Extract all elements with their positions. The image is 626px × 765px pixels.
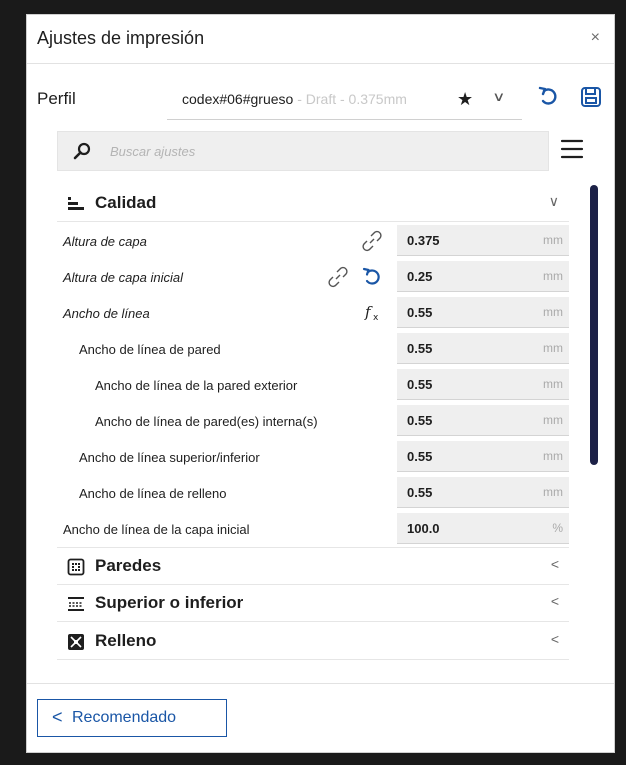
- setting-label: Ancho de línea de la capa inicial: [63, 522, 250, 537]
- svg-text:x: x: [373, 313, 379, 323]
- chevron-left-icon: <: [52, 707, 63, 727]
- setting-row-line-width: Ancho de línea fx 0.55 mm: [57, 295, 569, 331]
- top-bottom-line-width-field[interactable]: 0.55 mm: [397, 441, 569, 472]
- chevron-left-icon: <: [550, 556, 559, 572]
- chevron-left-icon: <: [550, 593, 559, 609]
- setting-label: Ancho de línea de la pared exterior: [95, 378, 298, 393]
- chevron-down-icon: ∨: [548, 193, 559, 209]
- panel-title: Ajustes de impresión: [37, 28, 205, 48]
- divider: [27, 683, 614, 684]
- field-unit: mm: [543, 341, 563, 355]
- recommended-label: Recomendado: [72, 709, 177, 726]
- setting-row-initial-layer-height: Altura de capa inicial 0.25 mm: [57, 259, 569, 295]
- title-bar: Ajustes de impresión ×: [27, 15, 614, 64]
- field-unit: mm: [543, 269, 563, 283]
- wall-line-width-field[interactable]: 0.55 mm: [397, 333, 569, 364]
- field-value: 0.55: [407, 341, 433, 356]
- initial-layer-height-field[interactable]: 0.25 mm: [397, 261, 569, 292]
- chevron-left-icon: <: [550, 631, 559, 647]
- setting-row-top-bottom-line-width: Ancho de línea superior/inferior 0.55 mm: [57, 439, 569, 475]
- infill-line-width-field[interactable]: 0.55 mm: [397, 477, 569, 508]
- chevron-down-icon: ∨: [492, 89, 506, 104]
- section-paredes[interactable]: Paredes <: [57, 547, 569, 585]
- recommended-button[interactable]: < Recomendado: [37, 699, 227, 737]
- inner-wall-line-width-field[interactable]: 0.55 mm: [397, 405, 569, 436]
- section-calidad[interactable]: Calidad ∨: [57, 185, 569, 222]
- setting-row-outer-wall-line-width: Ancho de línea de la pared exterior 0.55…: [57, 367, 569, 403]
- field-value: 0.55: [407, 485, 433, 500]
- field-value: 0.55: [407, 305, 433, 320]
- field-value: 0.375: [407, 233, 440, 248]
- section-label: Superior o inferior: [95, 593, 244, 612]
- walls-icon: [67, 558, 85, 576]
- setting-row-initial-layer-line-width: Ancho de línea de la capa inicial 100.0 …: [57, 511, 569, 547]
- top-bottom-icon: [68, 597, 84, 611]
- reset-icon[interactable]: [361, 266, 383, 288]
- scrollbar[interactable]: [590, 185, 598, 465]
- field-unit: mm: [543, 233, 563, 247]
- section-label: Calidad: [95, 193, 157, 212]
- setting-label: Ancho de línea superior/inferior: [79, 450, 260, 465]
- initial-layer-line-width-field[interactable]: 100.0 %: [397, 513, 569, 544]
- field-value: 100.0: [407, 521, 440, 536]
- link-icon[interactable]: [361, 230, 383, 252]
- link-icon[interactable]: [327, 266, 349, 288]
- setting-label: Ancho de línea de pared: [79, 342, 221, 357]
- svg-text:f: f: [364, 303, 373, 321]
- save-profile-button[interactable]: [579, 85, 603, 109]
- profile-label: Perfil: [37, 89, 76, 108]
- field-value: 0.55: [407, 449, 433, 464]
- field-unit: mm: [543, 305, 563, 319]
- section-label: Paredes: [95, 556, 162, 575]
- field-unit: mm: [543, 449, 563, 463]
- profile-name: codex#06#grueso - Draft - 0.375mm: [182, 91, 407, 107]
- settings-list: Calidad ∨ Altura de capa 0.375 mm Altura…: [57, 185, 569, 685]
- section-label: Relleno: [95, 631, 157, 650]
- section-relleno[interactable]: Relleno <: [57, 623, 569, 660]
- search-placeholder: Buscar ajustes: [110, 144, 196, 159]
- field-unit: mm: [543, 413, 563, 427]
- setting-label: Ancho de línea de relleno: [79, 486, 227, 501]
- setting-label: Altura de capa inicial: [63, 270, 183, 285]
- field-value: 0.55: [407, 377, 433, 392]
- function-icon[interactable]: fx: [363, 302, 385, 324]
- layer-height-field[interactable]: 0.375 mm: [397, 225, 569, 256]
- setting-label: Ancho de línea de pared(es) interna(s): [95, 414, 318, 429]
- field-value: 0.25: [407, 269, 433, 284]
- profile-dropdown[interactable]: codex#06#grueso - Draft - 0.375mm ★ ∨: [167, 79, 522, 120]
- hamburger-menu-icon: [560, 139, 584, 159]
- field-value: 0.55: [407, 413, 433, 428]
- setting-row-wall-line-width: Ancho de línea de pared 0.55 mm: [57, 331, 569, 367]
- print-settings-panel: Ajustes de impresión × Perfil codex#06#g…: [26, 14, 615, 753]
- search-input[interactable]: Buscar ajustes: [57, 131, 549, 171]
- field-unit: %: [552, 521, 563, 535]
- profile-description: - Draft - 0.375mm: [293, 91, 407, 107]
- field-unit: mm: [543, 377, 563, 391]
- save-icon: [581, 87, 601, 107]
- setting-label: Ancho de línea: [63, 306, 150, 321]
- infill-icon: [68, 634, 84, 650]
- setting-row-infill-line-width: Ancho de línea de relleno 0.55 mm: [57, 475, 569, 511]
- setting-row-layer-height: Altura de capa 0.375 mm: [57, 223, 569, 259]
- settings-menu-button[interactable]: [557, 135, 587, 163]
- setting-row-inner-wall-line-width: Ancho de línea de pared(es) interna(s) 0…: [57, 403, 569, 439]
- close-icon[interactable]: ×: [591, 29, 600, 47]
- reset-profile-button[interactable]: [537, 85, 561, 109]
- field-unit: mm: [543, 485, 563, 499]
- star-icon[interactable]: ★: [457, 89, 473, 110]
- line-width-field[interactable]: 0.55 mm: [397, 297, 569, 328]
- section-superior-inferior[interactable]: Superior o inferior <: [57, 585, 569, 622]
- outer-wall-line-width-field[interactable]: 0.55 mm: [397, 369, 569, 400]
- setting-label: Altura de capa: [63, 234, 147, 249]
- search-icon: [73, 142, 91, 160]
- undo-icon: [538, 86, 557, 105]
- quality-icon: [68, 197, 84, 210]
